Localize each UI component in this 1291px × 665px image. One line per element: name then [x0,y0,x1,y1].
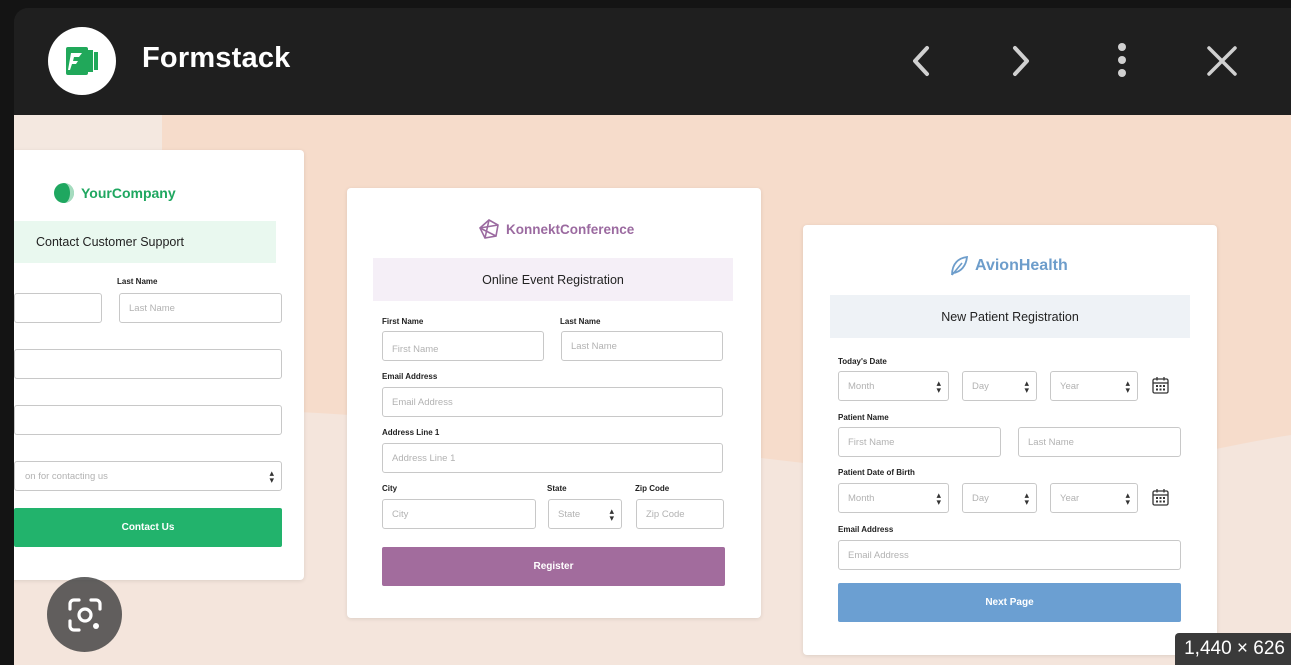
address-input[interactable]: Address Line 1 [382,443,723,473]
month-select-value: Month [848,380,875,392]
dob-month-select[interactable]: Month ▴ ▾ [838,483,949,513]
contact-form-title: Contact Customer Support [14,221,276,263]
year-select-value: Year [1060,380,1080,392]
month-select-value: Month [848,492,875,504]
konnekt-logo-text: KonnektConference [506,221,635,237]
todays-date-label: Today's Date [838,357,887,366]
year-select-value: Year [1060,492,1080,504]
first-name-input[interactable]: First Name [382,331,544,361]
patient-email-input[interactable]: Email Address [838,540,1181,570]
email-input[interactable] [14,349,282,379]
leaf-icon [951,255,969,276]
viewer-header: Formstack [14,8,1291,115]
chevron-right-icon [1013,46,1029,76]
select-arrows-icon: ▴ ▾ [1024,490,1029,507]
last-name-label: Last Name [560,317,601,326]
patient-name-label: Patient Name [838,413,889,422]
register-button[interactable]: Register [382,547,725,586]
todays-date-month-select[interactable]: Month ▴ ▾ [838,371,949,401]
close-button[interactable] [1199,38,1245,84]
email-label: Email Address [838,525,894,534]
todays-date-year-select[interactable]: Year ▴ ▾ [1050,371,1138,401]
calendar-icon[interactable] [1152,376,1169,394]
day-select-value: Day [972,380,989,392]
zip-input[interactable]: Zip Code [636,499,724,529]
email-label: Email Address [382,372,438,381]
last-name-input[interactable]: Last Name [119,293,282,323]
last-name-input[interactable]: Last Name [561,331,723,361]
formstack-logo[interactable] [48,27,116,95]
google-lens-button[interactable] [47,577,122,652]
select-arrows-icon: ▴ ▾ [936,378,941,395]
contact-us-button[interactable]: Contact Us [14,508,282,547]
close-icon [1207,46,1237,76]
phone-input[interactable] [14,405,282,435]
email-input[interactable]: Email Address [382,387,723,417]
first-name-input[interactable] [14,293,102,323]
lens-icon [67,597,102,632]
konnekt-logo-icon [479,219,499,239]
select-arrows-icon: ▴ ▾ [936,490,941,507]
reason-select[interactable]: on for contacting us ▴ ▾ [14,461,282,491]
first-name-label: First Name [382,317,424,326]
select-arrows-icon: ▴ ▾ [609,506,614,523]
reason-select-value: on for contacting us [25,470,108,482]
day-select-value: Day [972,492,989,504]
preview-image: YourCompany Contact Customer Support Las… [14,115,1291,665]
select-arrows-icon: ▴ ▾ [1024,378,1029,395]
calendar-icon[interactable] [1152,488,1169,506]
zip-label: Zip Code [635,484,670,493]
city-label: City [382,484,398,493]
konnekt-logo: KonnektConference [478,218,634,240]
city-input[interactable]: City [382,499,536,529]
event-registration-card: KonnektConference Online Event Registrat… [347,188,761,618]
patient-last-name-input[interactable]: Last Name [1018,427,1181,457]
select-arrows-icon: ▴ ▾ [1125,378,1130,395]
yourcompany-logo: YourCompany [53,182,176,204]
chevron-left-icon [913,46,929,76]
last-name-label: Last Name [117,277,158,286]
todays-date-day-select[interactable]: Day ▴ ▾ [962,371,1037,401]
state-label: State [547,484,567,493]
next-button[interactable] [998,38,1044,84]
image-dimensions: 1,440 × 626 [1175,633,1291,665]
image-viewer: Formstack YourCompany Contact Customer S… [14,8,1291,665]
next-page-button[interactable]: Next Page [838,583,1181,622]
more-options-button[interactable] [1099,38,1145,84]
yourcompany-logo-text: YourCompany [81,185,176,201]
contact-form-card: YourCompany Contact Customer Support Las… [14,150,304,580]
patient-registration-card: AvionHealth New Patient Registration Tod… [803,225,1217,655]
yourcompany-logo-icon [54,183,74,203]
formstack-logo-icon [66,47,98,75]
state-select[interactable]: State ▴ ▾ [548,499,622,529]
more-vert-icon [1118,43,1126,77]
dob-year-select[interactable]: Year ▴ ▾ [1050,483,1138,513]
select-arrows-icon: ▴ ▾ [269,468,274,485]
previous-button[interactable] [898,38,944,84]
dob-day-select[interactable]: Day ▴ ▾ [962,483,1037,513]
avionhealth-logo-text: AvionHealth [975,257,1068,274]
avionhealth-logo: AvionHealth [949,255,1068,277]
address-label: Address Line 1 [382,428,440,437]
event-form-title: Online Event Registration [373,258,733,301]
patient-first-name-input[interactable]: First Name [838,427,1001,457]
select-arrows-icon: ▴ ▾ [1125,490,1130,507]
state-select-value: State [558,508,581,520]
patient-form-title: New Patient Registration [830,295,1190,338]
dob-label: Patient Date of Birth [838,468,915,477]
app-title: Formstack [142,42,291,74]
